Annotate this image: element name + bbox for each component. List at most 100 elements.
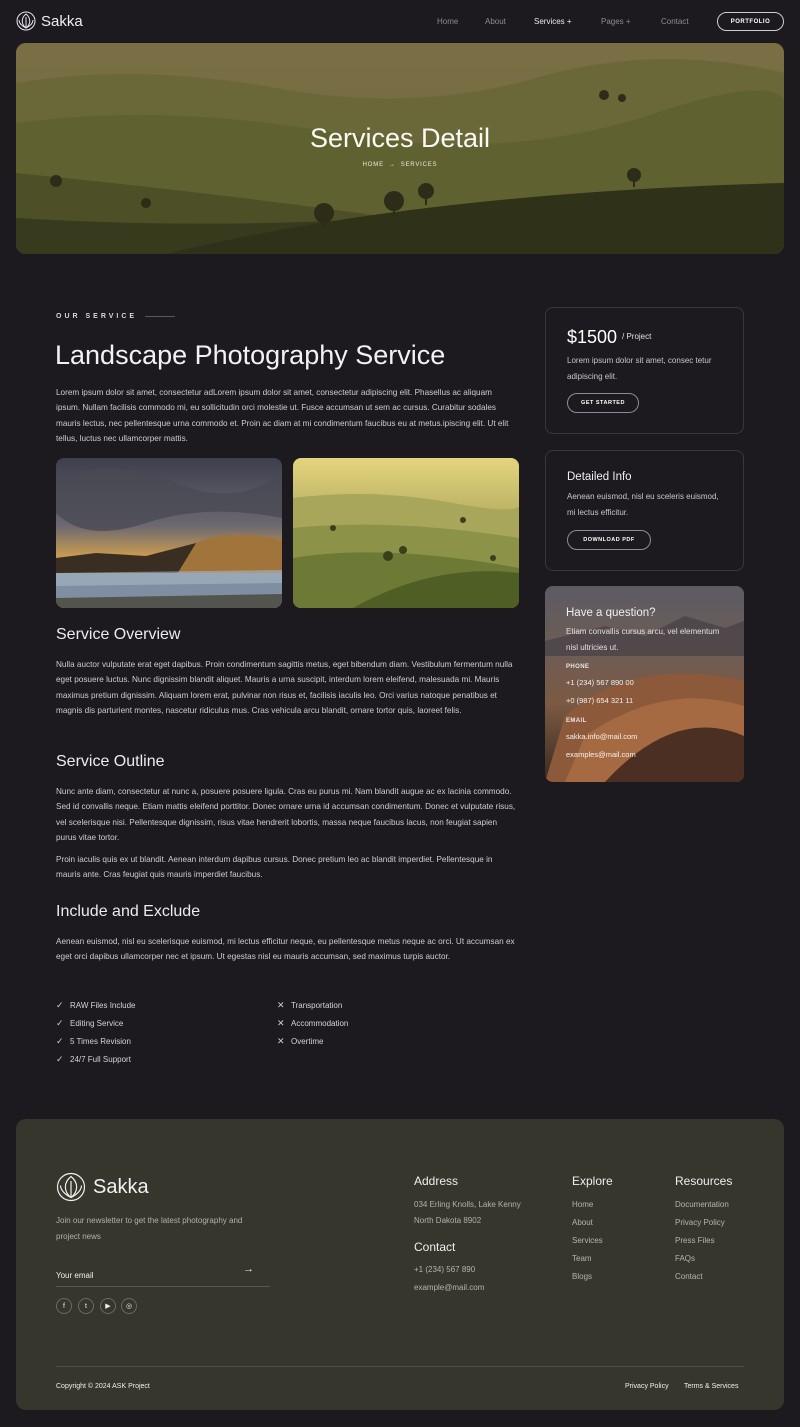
footer-logo[interactable]: Sakka: [56, 1172, 149, 1202]
list-item-label: 24/7 Full Support: [70, 1054, 131, 1064]
service-title: Landscape Photography Service: [55, 340, 446, 370]
footer-link-services[interactable]: Services: [572, 1236, 603, 1254]
question-card: Have a question? Etiam convallis cursus …: [545, 586, 744, 782]
copyright: Copyright © 2024 ASK Project: [56, 1383, 150, 1390]
list-item: ✓ 5 Times Revision: [56, 1032, 136, 1050]
list-item: ✓ RAW Files Include: [56, 996, 136, 1014]
footer-link-documentation[interactable]: Documentation: [675, 1200, 729, 1218]
check-icon: ✓: [56, 1017, 64, 1028]
email-link-1[interactable]: sakka.info@mail.com: [566, 732, 637, 741]
footer-brand-name: Sakka: [93, 1175, 149, 1198]
email-link-2[interactable]: examples@mail.com: [566, 750, 636, 759]
footer-link-home[interactable]: Home: [572, 1200, 603, 1218]
resources-list: Documentation Privacy Policy Press Files…: [675, 1200, 729, 1290]
email-input[interactable]: Your email →: [56, 1263, 254, 1280]
list-item-label: RAW Files Include: [70, 1000, 136, 1010]
contact-list: +1 (234) 567 890 example@mail.com: [414, 1265, 484, 1301]
eyebrow-label: OUR SERVICE: [56, 313, 138, 320]
footer-link-faqs[interactable]: FAQs: [675, 1254, 729, 1272]
cross-icon: ✕: [277, 999, 285, 1010]
outline-heading: Service Outline: [56, 753, 165, 770]
breadcrumb-current: SERVICES: [400, 162, 438, 168]
outline-paragraph-2: Proin iaculis quis ex ut blandit. Aenean…: [56, 855, 493, 880]
privacy-policy-link[interactable]: Privacy Policy: [625, 1383, 669, 1390]
include-heading: Include and Exclude: [56, 903, 201, 920]
page-title: Services Detail: [309, 123, 491, 153]
nav-home[interactable]: Home: [437, 17, 458, 26]
question-description: Etiam convallis cursus arcu, vel element…: [566, 627, 720, 652]
nav-services-plus-icon: +: [566, 17, 572, 26]
footer-link-about[interactable]: About: [572, 1218, 603, 1236]
address-text: 034 Erling Knolls, Lake Kenny North Dako…: [414, 1200, 521, 1225]
list-item-label: 5 Times Revision: [70, 1036, 131, 1046]
phone-link-1[interactable]: +1 (234) 567 890 00: [566, 678, 634, 687]
nav-services[interactable]: Services +: [534, 17, 572, 26]
twitter-icon[interactable]: t: [78, 1298, 94, 1314]
facebook-icon[interactable]: f: [56, 1298, 72, 1314]
phone-link-2[interactable]: +0 (987) 654 321 11: [566, 696, 633, 705]
explore-heading: Explore: [572, 1174, 613, 1188]
nav-about[interactable]: About: [485, 17, 506, 26]
green-valley-photo: [293, 458, 519, 608]
resources-heading: Resources: [675, 1174, 733, 1188]
nav-pages-plus-icon: +: [625, 17, 631, 26]
price-card: $1500 / Project Lorem ipsum dolor sit am…: [545, 307, 744, 434]
info-description: Aenean euismod, nisl eu sceleris euismod…: [567, 492, 719, 517]
footer-link-contact[interactable]: Contact: [675, 1272, 729, 1290]
brand-name: Sakka: [41, 12, 83, 30]
top-navbar: Sakka Home About Services + Pages + Cont…: [0, 0, 800, 42]
list-item-label: Accommodation: [291, 1018, 349, 1028]
check-icon: ✓: [56, 1053, 64, 1064]
brand-logo[interactable]: Sakka: [16, 11, 83, 31]
email-label: EMAIL: [566, 718, 587, 724]
price-value: $1500: [567, 327, 618, 347]
list-item: ✕ Transportation: [277, 996, 348, 1014]
footer-link-blogs[interactable]: Blogs: [572, 1272, 603, 1290]
check-icon: ✓: [56, 1035, 64, 1046]
email-underline: [56, 1286, 270, 1287]
footer-link-press[interactable]: Press Files: [675, 1236, 729, 1254]
explore-list: Home About Services Team Blogs: [572, 1200, 603, 1290]
arrow-right-icon[interactable]: →: [243, 1263, 254, 1275]
breadcrumb-home[interactable]: HOME: [363, 162, 384, 168]
cross-icon: ✕: [277, 1035, 285, 1046]
leaf-logo-icon: [56, 1172, 86, 1202]
download-pdf-button[interactable]: DOWNLOAD PDF: [567, 530, 651, 550]
cross-icon: ✕: [277, 1017, 285, 1028]
contact-phone[interactable]: +1 (234) 567 890: [414, 1265, 484, 1283]
list-item-label: Transportation: [291, 1000, 343, 1010]
footer-link-privacy[interactable]: Privacy Policy: [675, 1218, 729, 1236]
included-list: ✓ RAW Files Include ✓ Editing Service ✓ 5 T…: [56, 996, 136, 1068]
email-input-placeholder: Your email: [56, 1271, 94, 1280]
terms-link[interactable]: Terms & Services: [684, 1383, 738, 1390]
overview-paragraph: Nulla auctor vulputate erat eget dapibus…: [56, 660, 513, 715]
list-item-label: Overtime: [291, 1036, 324, 1046]
portfolio-button[interactable]: PORTFOLIO: [717, 12, 784, 31]
youtube-icon[interactable]: ▶: [100, 1298, 116, 1314]
price-unit: / Project: [622, 332, 652, 341]
include-paragraph: Aenean euismod, nisl eu scelerisque euis…: [56, 937, 515, 962]
list-item: ✓ 24/7 Full Support: [56, 1050, 136, 1068]
lake-sunset-photo: [56, 458, 282, 608]
check-icon: ✓: [56, 999, 64, 1010]
list-item: ✓ Editing Service: [56, 1014, 136, 1032]
hero-banner: Services Detail HOME → SERVICES: [16, 43, 784, 254]
dribbble-icon[interactable]: ◎: [121, 1298, 137, 1314]
section-eyebrow: OUR SERVICE: [56, 313, 176, 320]
nav-pages[interactable]: Pages +: [601, 17, 631, 26]
intro-paragraph: Lorem ipsum dolor sit amet, consectetur …: [56, 388, 509, 443]
footer-link-team[interactable]: Team: [572, 1254, 603, 1272]
nav-contact[interactable]: Contact: [661, 17, 689, 26]
detailed-info-card: Detailed Info Aenean euismod, nisl eu sc…: [545, 450, 744, 571]
breadcrumb: HOME → SERVICES: [16, 162, 784, 168]
contact-email[interactable]: example@mail.com: [414, 1283, 484, 1301]
get-started-button[interactable]: GET STARTED: [567, 393, 639, 413]
nav-pages-label: Pages: [601, 17, 624, 26]
nav-services-label: Services: [534, 17, 565, 26]
address-heading: Address: [414, 1174, 459, 1188]
question-heading: Have a question?: [566, 607, 656, 619]
excluded-list: ✕ Transportation ✕ Accommodation ✕ Overtime: [277, 996, 348, 1050]
eyebrow-line: [145, 316, 176, 317]
overview-heading: Service Overview: [56, 626, 181, 643]
list-item: ✕ Accommodation: [277, 1014, 348, 1032]
